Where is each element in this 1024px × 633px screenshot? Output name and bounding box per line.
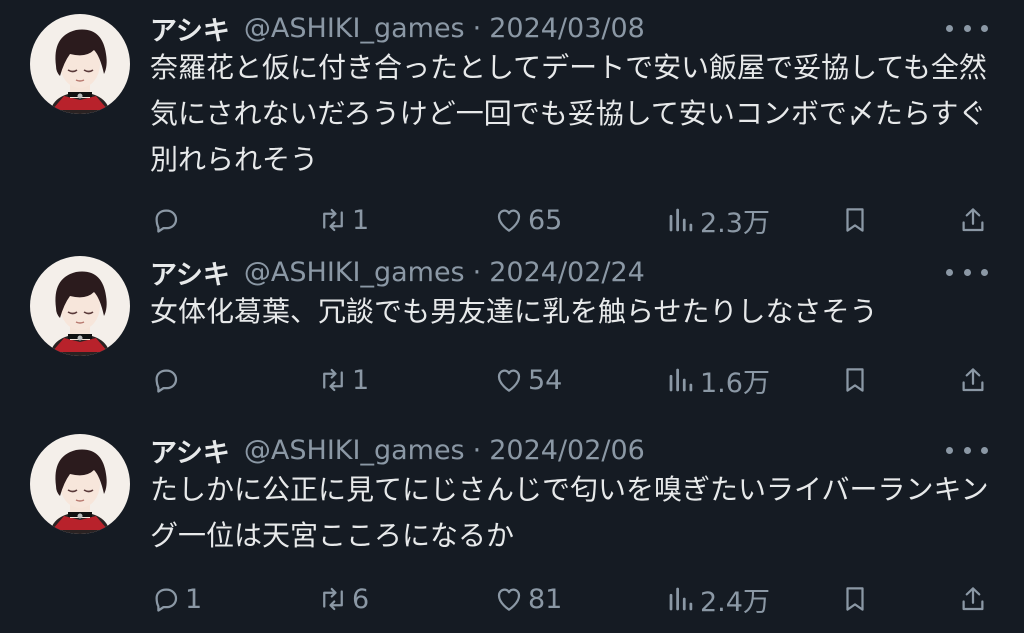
tweet-actions: 1 6 81 2.4万: [0, 579, 1024, 619]
tweet-header: アシキ @ASHIKI_games · 2024/03/08: [150, 8, 645, 48]
display-name[interactable]: アシキ: [150, 9, 230, 48]
more-icon[interactable]: [946, 18, 988, 38]
more-icon[interactable]: [946, 262, 988, 282]
share-icon: [962, 368, 984, 392]
heart-icon: [497, 369, 521, 392]
separator-dot: ·: [472, 12, 482, 44]
avatar[interactable]: [30, 256, 130, 356]
avatar[interactable]: [30, 14, 130, 114]
bookmark-button[interactable]: [840, 200, 870, 240]
share-icon: [962, 587, 984, 611]
bookmark-button[interactable]: [840, 360, 870, 400]
share-button[interactable]: [958, 579, 988, 619]
like-count: 54: [528, 364, 563, 396]
views-button[interactable]: 2.3万: [666, 200, 770, 240]
tweet-3[interactable]: アシキ @ASHIKI_games · 2024/02/06 たしかに公正に見て…: [0, 430, 1024, 630]
views-count: 2.4万: [700, 586, 770, 618]
share-button[interactable]: [958, 200, 988, 240]
views-button[interactable]: 1.6万: [666, 360, 770, 400]
separator-dot: ·: [472, 434, 482, 466]
display-name[interactable]: アシキ: [150, 253, 230, 292]
user-handle[interactable]: @ASHIKI_games: [244, 13, 465, 44]
tweet-1[interactable]: アシキ @ASHIKI_games · 2024/03/08 奈羅花と仮に付き合…: [0, 8, 1024, 240]
reply-button[interactable]: [151, 200, 185, 240]
views-icon: [669, 208, 693, 232]
reply-icon: [155, 588, 178, 612]
display-name[interactable]: アシキ: [150, 431, 230, 470]
repost-count: 1: [352, 204, 370, 236]
repost-count: 6: [352, 583, 370, 615]
share-icon: [962, 208, 984, 232]
like-count: 81: [528, 583, 563, 615]
reply-button[interactable]: 1: [151, 579, 202, 619]
more-icon[interactable]: [946, 440, 988, 460]
user-handle[interactable]: @ASHIKI_games: [244, 435, 465, 466]
repost-button[interactable]: 6: [318, 579, 369, 619]
repost-button[interactable]: 1: [318, 360, 369, 400]
reply-icon: [155, 369, 178, 393]
repost-count: 1: [352, 364, 370, 396]
tweet-header: アシキ @ASHIKI_games · 2024/02/24: [150, 252, 645, 292]
avatar[interactable]: [30, 434, 130, 534]
share-button[interactable]: [958, 360, 988, 400]
reply-icon: [155, 209, 178, 233]
tweet-actions: 1 65 2.3万: [0, 200, 1024, 240]
like-button[interactable]: 54: [494, 360, 562, 400]
views-count: 2.3万: [700, 207, 770, 239]
repost-button[interactable]: 1: [318, 200, 369, 240]
views-icon: [669, 368, 693, 392]
bookmark-icon: [846, 368, 864, 392]
heart-icon: [497, 588, 521, 611]
tweet-text: たしかに公正に見てにじさんじで匂いを嗅ぎたいライバーランキング一位は天宮こころに…: [150, 473, 989, 552]
user-handle[interactable]: @ASHIKI_games: [244, 257, 465, 288]
tweet-date[interactable]: 2024/02/24: [489, 257, 645, 288]
reply-count: 1: [185, 583, 203, 615]
tweet-header: アシキ @ASHIKI_games · 2024/02/06: [150, 430, 645, 470]
tweet-date[interactable]: 2024/02/06: [489, 435, 645, 466]
heart-icon: [497, 209, 521, 232]
views-button[interactable]: 2.4万: [666, 579, 770, 619]
separator-dot: ·: [472, 256, 482, 288]
tweet-text: 奈羅花と仮に付き合ったとしてデートで安い飯屋で妥協しても全然気にされないだろうけ…: [150, 51, 987, 176]
tweet-date[interactable]: 2024/03/08: [489, 13, 645, 44]
views-icon: [669, 587, 693, 611]
like-button[interactable]: 81: [494, 579, 562, 619]
like-button[interactable]: 65: [494, 200, 562, 240]
repost-icon: [323, 587, 343, 611]
reply-button[interactable]: [151, 360, 185, 400]
repost-icon: [323, 368, 343, 392]
tweet-actions: 1 54 1.6万: [0, 360, 1024, 400]
bookmark-button[interactable]: [840, 579, 870, 619]
tweet-2[interactable]: アシキ @ASHIKI_games · 2024/02/24 女体化葛葉、冗談で…: [0, 252, 1024, 402]
bookmark-icon: [846, 587, 864, 611]
views-count: 1.6万: [700, 367, 770, 399]
tweet-text: 女体化葛葉、冗談でも男友達に乳を触らせたりしなさそう: [150, 295, 878, 328]
repost-icon: [323, 208, 343, 232]
like-count: 65: [528, 204, 563, 236]
bookmark-icon: [846, 208, 864, 232]
